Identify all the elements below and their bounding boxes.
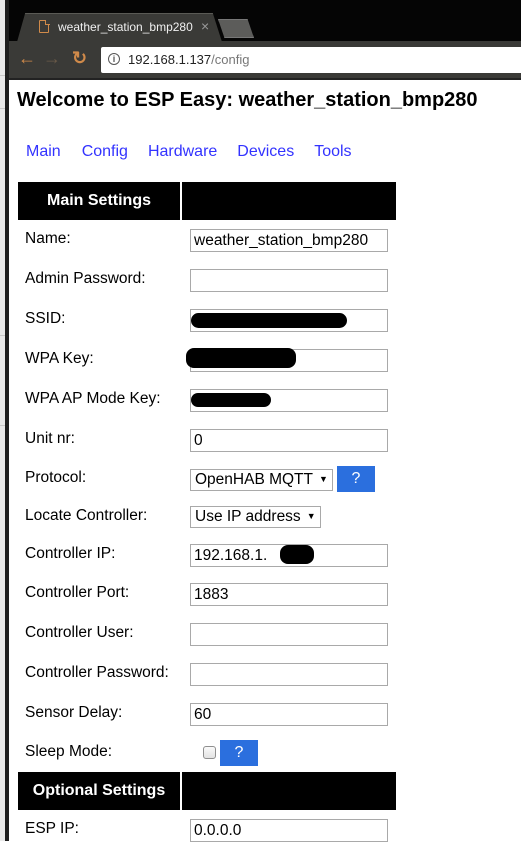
url-text[interactable]: 192.168.1.137/config (128, 52, 249, 67)
ssid-row: SSID: (18, 300, 398, 340)
name-label: Name: (25, 230, 71, 247)
unit-nr-row: Unit nr: (18, 420, 398, 460)
esp-ip-label: ESP IP: (25, 820, 79, 837)
browser-tab[interactable]: weather_station_bmp280 × (17, 13, 222, 42)
info-icon[interactable]: i (108, 53, 120, 65)
protocol-help-button[interactable]: ? (337, 466, 375, 492)
forward-arrow-icon[interactable]: → (43, 48, 61, 68)
tab-title: weather_station_bmp280 (58, 20, 193, 34)
controller-port-input[interactable] (190, 583, 388, 606)
controller-user-label: Controller User: (25, 624, 134, 641)
locate-controller-row: Locate Controller: Use IP address ▼ (18, 498, 398, 538)
wpa-key-row: WPA Key: (18, 340, 398, 380)
redaction-mark (186, 348, 296, 368)
controller-ip-row: Controller IP: (18, 535, 398, 575)
redaction-mark (191, 313, 347, 328)
wpa-key-label: WPA Key: (25, 350, 94, 367)
menu-link-config[interactable]: Config (82, 143, 128, 161)
main-menu: Main Config Hardware Devices Tools (26, 143, 372, 161)
sensor-delay-row: Sensor Delay: (18, 694, 398, 734)
new-tab-button[interactable] (218, 19, 254, 38)
wpa-ap-key-label: WPA AP Mode Key: (25, 390, 161, 407)
page-content: Welcome to ESP Easy: weather_station_bmp… (9, 80, 521, 842)
unit-nr-label: Unit nr: (25, 430, 75, 447)
back-arrow-icon[interactable]: ← (18, 48, 36, 68)
protocol-label: Protocol: (25, 469, 87, 486)
sensor-delay-label: Sensor Delay: (25, 704, 123, 721)
sleep-mode-checkbox[interactable] (203, 746, 216, 759)
menu-link-main[interactable]: Main (26, 143, 61, 161)
menu-link-hardware[interactable]: Hardware (148, 143, 217, 161)
section-title: Main Settings (18, 182, 180, 220)
name-input[interactable] (190, 229, 388, 252)
section-header-blank (182, 182, 396, 220)
close-tab-icon[interactable]: × (201, 18, 209, 34)
protocol-select[interactable]: OpenHAB MQTT ▼ (190, 469, 333, 491)
controller-user-row: Controller User: (18, 614, 398, 654)
dropdown-arrow-icon: ▼ (306, 511, 316, 521)
controller-user-input[interactable] (190, 623, 388, 646)
redaction-mark (191, 393, 271, 407)
sensor-delay-input[interactable] (190, 703, 388, 726)
protocol-selected-value: OpenHAB MQTT (195, 471, 313, 488)
unit-nr-input[interactable] (190, 429, 388, 452)
menu-link-devices[interactable]: Devices (237, 143, 294, 161)
ssid-label: SSID: (25, 310, 66, 327)
page-title: Welcome to ESP Easy: weather_station_bmp… (17, 89, 478, 111)
url-path: /config (211, 52, 250, 67)
page-icon (39, 19, 50, 33)
tab-strip: weather_station_bmp280 × (9, 0, 521, 42)
sleep-mode-label: Sleep Mode: (25, 743, 113, 760)
controller-password-input[interactable] (190, 663, 388, 686)
sleep-mode-help-button[interactable]: ? (220, 740, 258, 766)
admin-password-row: Admin Password: (18, 260, 398, 300)
locate-controller-select[interactable]: Use IP address ▼ (190, 506, 321, 528)
reload-icon[interactable]: ↻ (72, 48, 87, 68)
controller-port-label: Controller Port: (25, 584, 130, 601)
section-header-blank (182, 772, 396, 810)
controller-password-row: Controller Password: (18, 654, 398, 694)
optional-settings-header: Optional Settings (18, 772, 396, 810)
admin-password-label: Admin Password: (25, 270, 146, 287)
controller-ip-label: Controller IP: (25, 545, 116, 562)
protocol-row: Protocol: OpenHAB MQTT ▼ ? (18, 460, 398, 500)
name-row: Name: (18, 220, 398, 260)
wpa-ap-key-row: WPA AP Mode Key: (18, 380, 398, 420)
controller-port-row: Controller Port: (18, 574, 398, 614)
controller-password-label: Controller Password: (25, 664, 169, 681)
dropdown-arrow-icon: ▼ (319, 474, 328, 484)
locate-controller-label: Locate Controller: (25, 507, 148, 524)
redaction-mark (280, 545, 314, 564)
url-host: 192.168.1.137 (128, 52, 212, 67)
admin-password-input[interactable] (190, 269, 388, 292)
section-title: Optional Settings (18, 772, 180, 810)
esp-ip-row: ESP IP: (18, 810, 398, 850)
esp-ip-input[interactable] (190, 819, 388, 842)
browser-toolbar: ← → ↻ i 192.168.1.137/config (9, 41, 521, 80)
sleep-mode-row: Sleep Mode: ? (18, 733, 398, 773)
main-settings-header: Main Settings (18, 182, 396, 220)
menu-link-tools[interactable]: Tools (314, 143, 351, 161)
locate-controller-selected-value: Use IP address (195, 508, 301, 525)
address-bar[interactable]: i 192.168.1.137/config (101, 47, 521, 73)
